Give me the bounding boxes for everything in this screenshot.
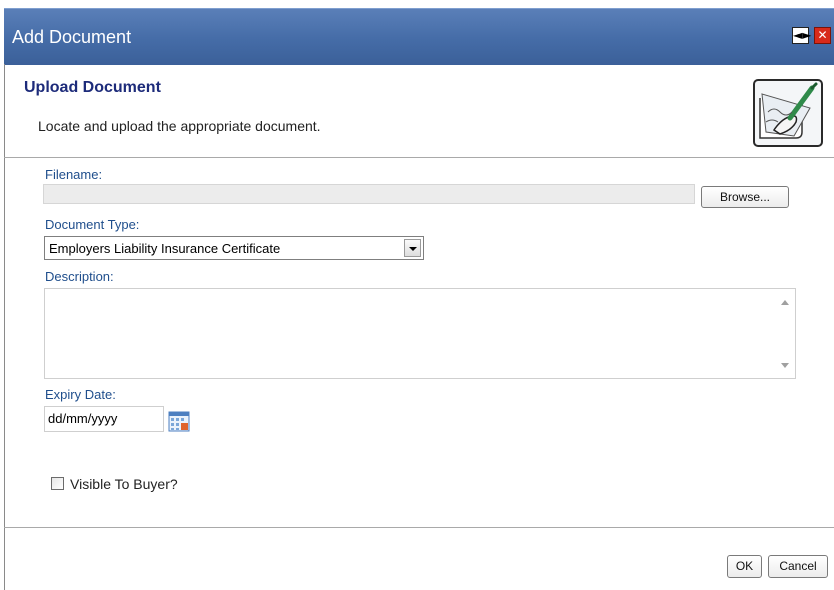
footer-divider xyxy=(4,527,834,528)
visible-to-buyer-label[interactable]: Visible To Buyer? xyxy=(70,476,178,492)
expiry-date-label: Expiry Date: xyxy=(45,387,116,402)
scroll-down-icon[interactable] xyxy=(781,363,789,368)
expiry-date-field[interactable]: dd/mm/yyyy xyxy=(44,406,164,432)
calendar-icon[interactable] xyxy=(168,410,190,432)
dialog-title: Add Document xyxy=(12,27,132,47)
close-icon[interactable]: ✕ xyxy=(814,27,831,44)
document-type-value: Employers Liability Insurance Certificat… xyxy=(49,241,281,256)
section-title: Upload Document xyxy=(24,79,161,96)
chevron-down-icon[interactable] xyxy=(404,239,421,257)
title-bar[interactable]: Add Document ◄► ✕ xyxy=(4,8,834,65)
browse-button[interactable]: Browse... xyxy=(701,186,789,208)
pen-writing-icon xyxy=(753,79,823,147)
ok-button[interactable]: OK xyxy=(727,555,762,578)
cancel-button[interactable]: Cancel xyxy=(768,555,828,578)
header-divider xyxy=(4,157,834,158)
filename-field[interactable] xyxy=(43,184,695,204)
resize-icon[interactable]: ◄► xyxy=(792,27,811,44)
dialog-border xyxy=(4,64,5,590)
section-subtitle: Locate and upload the appropriate docume… xyxy=(38,118,321,134)
filename-label: Filename: xyxy=(45,167,103,182)
document-type-select[interactable]: Employers Liability Insurance Certificat… xyxy=(44,236,424,260)
document-type-label: Document Type: xyxy=(45,217,140,232)
description-field[interactable] xyxy=(44,288,796,379)
add-document-dialog: Add Document ◄► ✕ Upload Document Locate… xyxy=(0,0,834,590)
visible-to-buyer-checkbox[interactable] xyxy=(51,477,64,490)
scroll-up-icon[interactable] xyxy=(781,300,789,305)
description-label: Description: xyxy=(45,269,114,284)
